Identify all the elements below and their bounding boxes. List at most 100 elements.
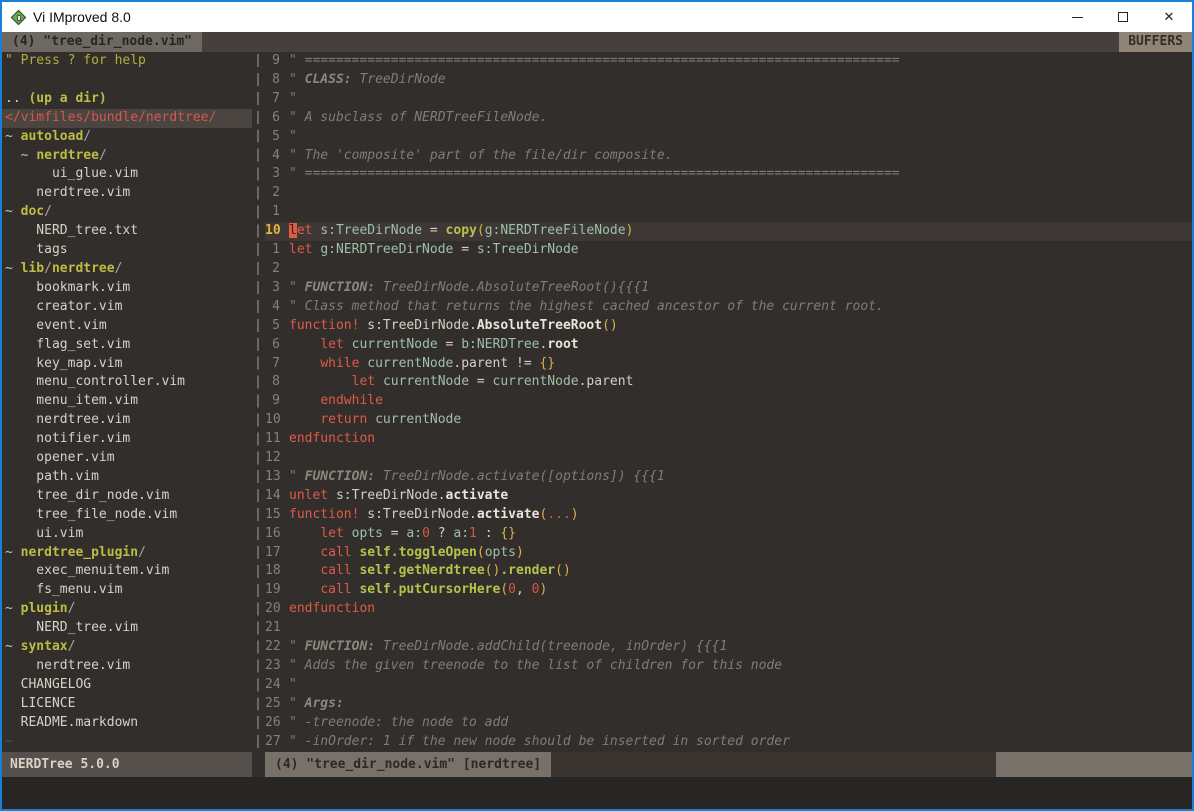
tree-row[interactable]: path.vim (2, 468, 252, 487)
tree-row[interactable]: nerdtree.vim (2, 411, 252, 430)
tree-row[interactable]: ~ nerdtree_plugin/ (2, 544, 252, 563)
code-line[interactable]: 3" =====================================… (265, 165, 1192, 184)
tree-row[interactable]: tree_dir_node.vim (2, 487, 252, 506)
code-line[interactable]: 23" Adds the given treenode to the list … (265, 657, 1192, 676)
tree-row[interactable]: ui_glue.vim (2, 165, 252, 184)
tree-row[interactable]: NERD_tree.vim (2, 619, 252, 638)
token: endwhile (320, 393, 383, 408)
maximize-button[interactable] (1100, 2, 1146, 32)
token: " ======================================… (289, 53, 899, 68)
code-line[interactable]: 9 endwhile (265, 392, 1192, 411)
tree-row[interactable]: LICENCE (2, 695, 252, 714)
tree-row[interactable]: menu_item.vim (2, 392, 252, 411)
tree-row[interactable]: CHANGELOG (2, 676, 252, 695)
tree-row[interactable]: </vimfiles/bundle/nerdtree/ (2, 109, 252, 128)
code-line[interactable]: 4" The 'composite' part of the file/dir … (265, 147, 1192, 166)
token: = (422, 223, 445, 238)
buffers-label: BUFFERS (1119, 32, 1192, 52)
close-button[interactable]: ✕ (1146, 2, 1192, 32)
tree-row[interactable]: flag_set.vim (2, 336, 252, 355)
code-line[interactable]: 21 (265, 619, 1192, 638)
tree-row[interactable]: ~ lib/nerdtree/ (2, 260, 252, 279)
window-split-separator[interactable] (252, 52, 265, 752)
tree-row[interactable]: exec_menuitem.vim (2, 562, 252, 581)
token (367, 412, 375, 427)
code-line[interactable]: 26" -treenode: the node to add (265, 714, 1192, 733)
tree-row[interactable]: tree_file_node.vim (2, 506, 252, 525)
tab-active-buffer[interactable]: (4) "tree_dir_node.vim" (2, 32, 202, 52)
code-line[interactable]: 14unlet s:TreeDirNode.activate (265, 487, 1192, 506)
code-line[interactable]: 5" (265, 128, 1192, 147)
code-text: " -treenode: the node to add (289, 714, 508, 733)
code-line[interactable]: 6" A subclass of NERDTreeFileNode. (265, 109, 1192, 128)
tree-row[interactable]: NERD_tree.txt (2, 222, 252, 241)
tree-row[interactable]: notifier.vim (2, 430, 252, 449)
code-line[interactable]: 27" -inOrder: 1 if the new node should b… (265, 733, 1192, 752)
code-line[interactable]: 7 while currentNode.parent != {} (265, 355, 1192, 374)
code-line[interactable]: 13" FUNCTION: TreeDirNode.activate([opti… (265, 468, 1192, 487)
tree-row[interactable]: ~ (2, 733, 252, 752)
code-line[interactable]: 5function! s:TreeDirNode.AbsoluteTreeRoo… (265, 317, 1192, 336)
tree-row[interactable]: menu_controller.vim (2, 373, 252, 392)
code-line[interactable]: 18 call self.getNerdtree().render() (265, 562, 1192, 581)
code-line[interactable]: 19 call self.putCursorHere(0, 0) (265, 581, 1192, 600)
code-line[interactable]: 22" FUNCTION: TreeDirNode.addChild(treen… (265, 638, 1192, 657)
tree-row[interactable] (2, 71, 252, 90)
code-line[interactable]: 24" (265, 676, 1192, 695)
tree-row[interactable]: ~ autoload/ (2, 128, 252, 147)
tree-row[interactable]: fs_menu.vim (2, 581, 252, 600)
code-line[interactable]: 12 (265, 449, 1192, 468)
token: menu_item.vim (5, 393, 138, 408)
tree-row[interactable]: nerdtree.vim (2, 657, 252, 676)
code-line[interactable]: 10 return currentNode (265, 411, 1192, 430)
code-text: " Args: (289, 695, 344, 714)
tree-row[interactable]: ~ plugin/ (2, 600, 252, 619)
code-line[interactable]: 9" =====================================… (265, 52, 1192, 71)
nerdtree-panel[interactable]: " Press ? for help .. (up a dir)</vimfile… (2, 52, 252, 752)
code-line[interactable]: 2 (265, 260, 1192, 279)
code-line[interactable]: 25" Args: (265, 695, 1192, 714)
token: {} (500, 526, 516, 541)
token: " The 'composite' part of the file/dir c… (289, 148, 673, 163)
command-line[interactable] (2, 777, 1192, 809)
tree-row[interactable]: opener.vim (2, 449, 252, 468)
code-line[interactable]: 8" CLASS: TreeDirNode (265, 71, 1192, 90)
tree-row[interactable]: ~ doc/ (2, 203, 252, 222)
code-line[interactable]: 16 let opts = a:0 ? a:1 : {} (265, 525, 1192, 544)
code-line[interactable]: 10let s:TreeDirNode = copy(g:NERDTreeFil… (265, 222, 1192, 241)
code-line[interactable]: 17 call self.toggleOpen(opts) (265, 544, 1192, 563)
tree-row[interactable]: event.vim (2, 317, 252, 336)
code-line[interactable]: 7" (265, 90, 1192, 109)
tree-row[interactable]: README.markdown (2, 714, 252, 733)
minimize-button[interactable] (1054, 2, 1100, 32)
code-text: " (289, 128, 297, 147)
code-line[interactable]: 11endfunction (265, 430, 1192, 449)
token: s:TreeDirNode. (328, 488, 445, 503)
code-line[interactable]: 15function! s:TreeDirNode.activate(...) (265, 506, 1192, 525)
tree-row[interactable]: tags (2, 241, 252, 260)
tree-row[interactable]: creator.vim (2, 298, 252, 317)
tree-row[interactable]: ~ nerdtree/ (2, 147, 252, 166)
code-line[interactable]: 4" Class method that returns the highest… (265, 298, 1192, 317)
code-line[interactable]: 20endfunction (265, 600, 1192, 619)
tree-row[interactable]: " Press ? for help (2, 52, 252, 71)
editor-panel[interactable]: 9" =====================================… (265, 52, 1192, 752)
token: CHANGELOG (5, 677, 91, 692)
token: nerdtree (36, 148, 99, 163)
tree-row[interactable]: nerdtree.vim (2, 184, 252, 203)
token: copy (446, 223, 477, 238)
line-number: 7 (265, 355, 289, 374)
code-line[interactable]: 1let g:NERDTreeDirNode = s:TreeDirNode (265, 241, 1192, 260)
code-line[interactable]: 8 let currentNode = currentNode.parent (265, 373, 1192, 392)
token: TreeDirNode.AbsoluteTreeRoot(){{{1 (375, 280, 649, 295)
token: NERD_tree.vim (5, 620, 138, 635)
tree-row[interactable]: key_map.vim (2, 355, 252, 374)
code-line[interactable]: 1 (265, 203, 1192, 222)
code-line[interactable]: 3" FUNCTION: TreeDirNode.AbsoluteTreeRoo… (265, 279, 1192, 298)
code-line[interactable]: 2 (265, 184, 1192, 203)
tree-row[interactable]: ~ syntax/ (2, 638, 252, 657)
code-line[interactable]: 6 let currentNode = b:NERDTree.root (265, 336, 1192, 355)
tree-row[interactable]: ui.vim (2, 525, 252, 544)
tree-row[interactable]: bookmark.vim (2, 279, 252, 298)
tree-row[interactable]: .. (up a dir) (2, 90, 252, 109)
